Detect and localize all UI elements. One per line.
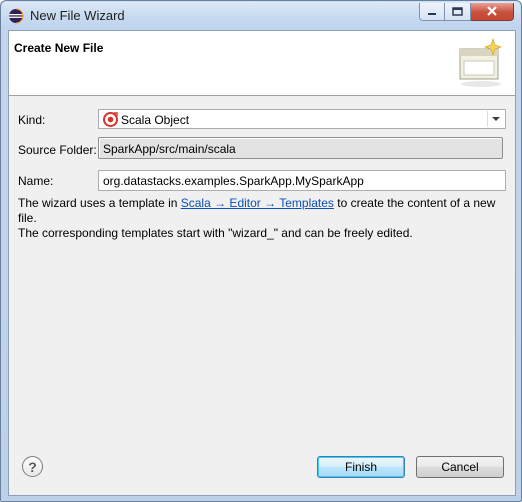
scala-object-icon bbox=[103, 112, 118, 127]
title-bar[interactable]: New File Wizard bbox=[2, 2, 520, 30]
kind-dropdown-button[interactable] bbox=[487, 111, 504, 127]
eclipse-app-icon bbox=[9, 8, 24, 24]
window-frame: New File Wizard Create New File Kind: Sc… bbox=[0, 0, 522, 502]
cancel-button[interactable]: Cancel bbox=[416, 456, 504, 478]
info-line2: The corresponding templates start with "… bbox=[18, 226, 413, 240]
source-folder-label: Source Folder: bbox=[18, 143, 97, 157]
source-folder-field: SparkApp/src/main/scala bbox=[98, 137, 503, 159]
name-field[interactable] bbox=[98, 170, 506, 191]
minimize-icon bbox=[428, 12, 436, 15]
templates-link[interactable]: Scala → Editor → Templates bbox=[181, 196, 334, 210]
maximize-icon bbox=[452, 7, 463, 16]
info-text: The wizard uses a template in Scala → Ed… bbox=[18, 196, 513, 241]
page-title: Create New File bbox=[14, 41, 104, 55]
finish-button[interactable]: Finish bbox=[317, 456, 405, 478]
help-button[interactable]: ? bbox=[22, 456, 43, 477]
kind-value: Scala Object bbox=[121, 113, 190, 127]
chevron-down-icon bbox=[492, 116, 500, 121]
kind-label: Kind: bbox=[18, 113, 46, 127]
wizard-header: Create New File bbox=[9, 31, 515, 96]
dialog-client-area: Create New File Kind: Scala Object Sourc… bbox=[8, 30, 516, 496]
kind-combo[interactable]: Scala Object bbox=[98, 109, 506, 129]
window-title: New File Wizard bbox=[30, 8, 125, 23]
source-folder-value: SparkApp/src/main/scala bbox=[103, 142, 236, 156]
close-button[interactable] bbox=[471, 3, 514, 21]
maximize-button[interactable] bbox=[445, 3, 471, 21]
minimize-button[interactable] bbox=[419, 3, 445, 21]
new-file-wizard-banner-icon bbox=[459, 37, 503, 87]
info-prefix: The wizard uses a template in bbox=[18, 196, 181, 210]
window-controls bbox=[419, 3, 514, 22]
close-icon bbox=[487, 6, 497, 16]
help-icon: ? bbox=[28, 458, 37, 475]
name-label: Name: bbox=[18, 174, 54, 188]
